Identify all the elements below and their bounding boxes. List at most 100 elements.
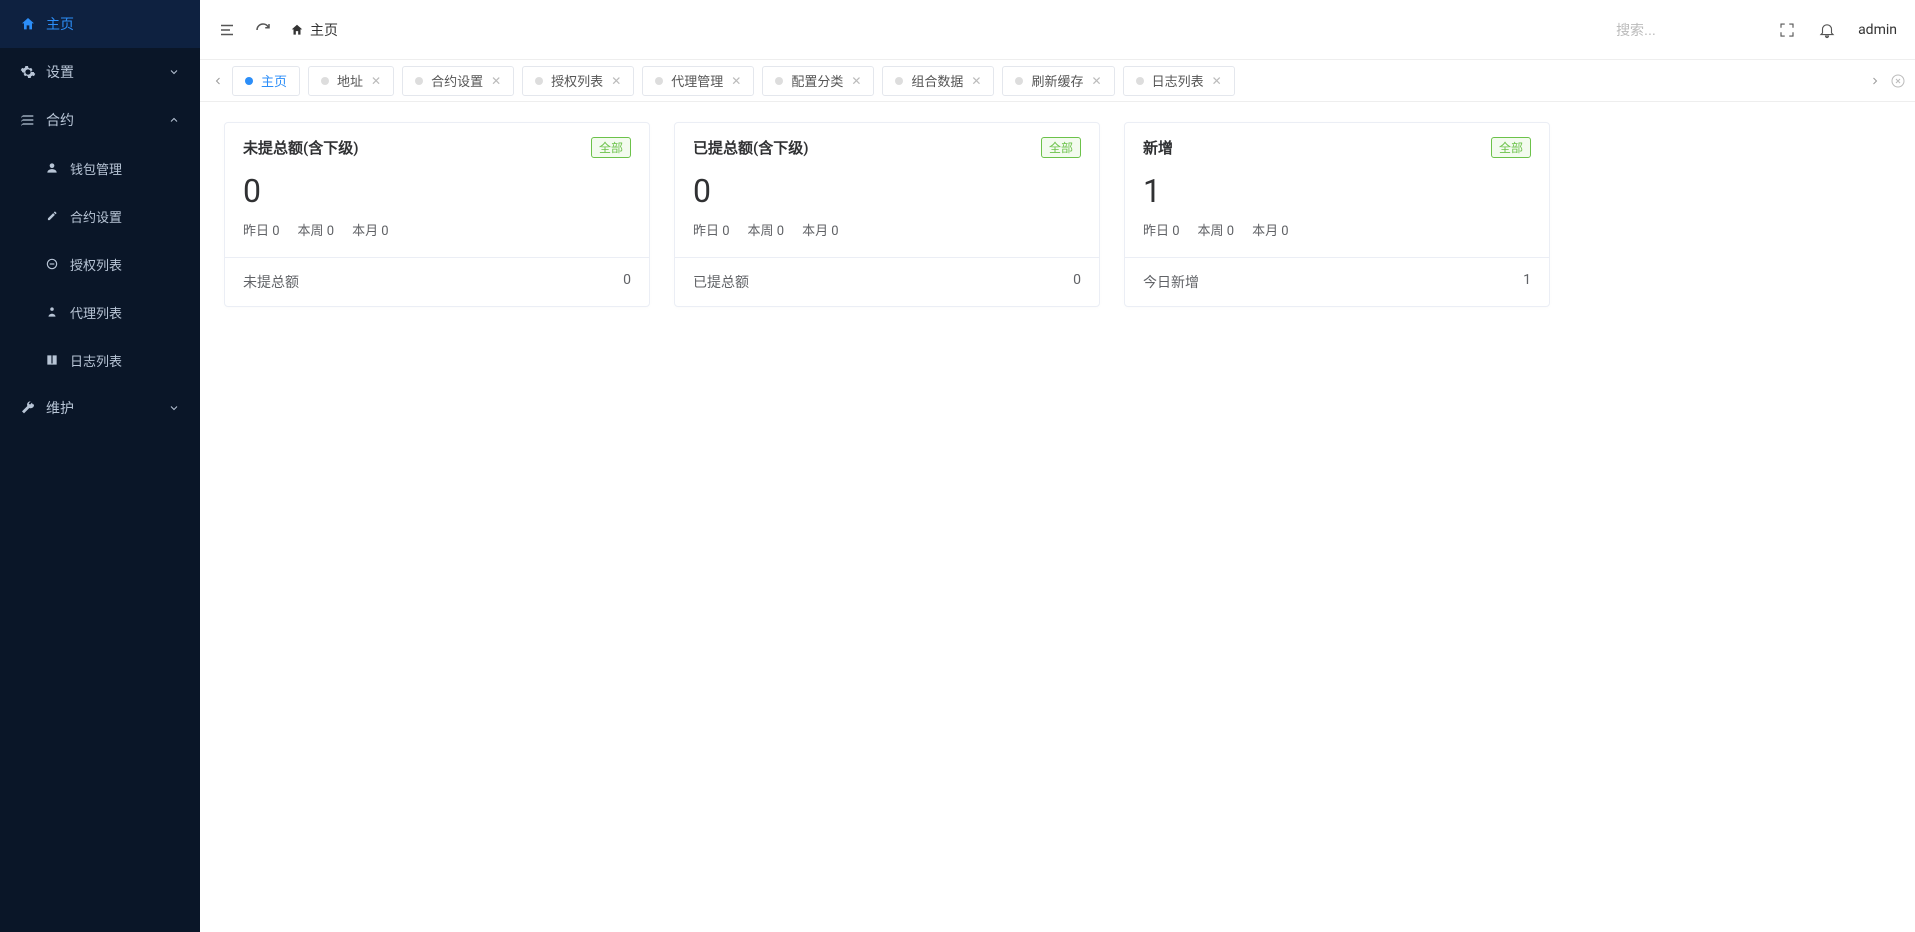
sidebar-item-label: 授权列表 <box>70 255 180 274</box>
card-badge[interactable]: 全部 <box>1041 137 1081 158</box>
tabs-close-all-icon[interactable] <box>1889 72 1907 90</box>
sidebar-item-contract[interactable]: 合约 <box>0 96 200 144</box>
menu-collapse-icon[interactable] <box>218 21 236 39</box>
sidebar-item-label: 钱包管理 <box>70 159 180 178</box>
stat-card-1: 已提总额(含下级) 全部 0 昨日 0 本周 0 本月 0 已提总额 0 <box>674 122 1100 307</box>
tab-5[interactable]: 配置分类 ✕ <box>762 66 874 96</box>
card-foot-value: 1 <box>1523 272 1531 292</box>
card-stat-month: 本月 0 <box>352 220 389 239</box>
gear-icon <box>20 64 36 80</box>
card-foot-label: 今日新增 <box>1143 272 1199 292</box>
sidebar-item-settings[interactable]: 设置 <box>0 48 200 96</box>
tab-label: 授权列表 <box>551 71 603 90</box>
tabs-scroll-right[interactable] <box>1865 65 1885 97</box>
contract-icon <box>20 112 36 128</box>
sidebar-item-label: 设置 <box>46 62 168 82</box>
card-title: 未提总额(含下级) <box>243 137 358 158</box>
card-badge[interactable]: 全部 <box>1491 137 1531 158</box>
chevron-down-icon <box>168 66 180 78</box>
stat-card-2: 新增 全部 1 昨日 0 本周 0 本月 0 今日新增 1 <box>1124 122 1550 307</box>
stat-card-0: 未提总额(含下级) 全部 0 昨日 0 本周 0 本月 0 未提总额 0 <box>224 122 650 307</box>
close-icon[interactable]: ✕ <box>491 75 501 87</box>
card-stat-yesterday: 昨日 0 <box>1143 220 1180 239</box>
card-stat-month: 本月 0 <box>802 220 839 239</box>
tools-icon <box>44 208 60 224</box>
bell-icon[interactable] <box>1818 21 1836 39</box>
circle-minus-icon <box>44 256 60 272</box>
close-icon[interactable]: ✕ <box>371 75 381 87</box>
breadcrumb: 主页 <box>290 20 338 40</box>
card-stat-week: 本周 0 <box>298 220 335 239</box>
sidebar-item-label: 合约 <box>46 110 168 130</box>
tab-label: 地址 <box>337 71 363 90</box>
tab-3[interactable]: 授权列表 ✕ <box>522 66 634 96</box>
sidebar-item-label: 维护 <box>46 398 168 418</box>
sidebar-item-log-list[interactable]: 日志列表 <box>18 336 200 384</box>
tab-label: 日志列表 <box>1152 71 1204 90</box>
tab-label: 刷新缓存 <box>1031 71 1083 90</box>
card-stat-week: 本周 0 <box>748 220 785 239</box>
tab-label: 合约设置 <box>431 71 483 90</box>
tab-6[interactable]: 组合数据 ✕ <box>882 66 994 96</box>
card-main-value: 0 <box>675 166 1099 220</box>
sidebar: 主页 设置 合约 钱包管理 <box>0 0 200 932</box>
card-foot-value: 0 <box>1073 272 1081 292</box>
chevron-up-icon <box>168 114 180 126</box>
card-stat-week: 本周 0 <box>1198 220 1235 239</box>
sidebar-item-home[interactable]: 主页 <box>0 0 200 48</box>
card-title: 已提总额(含下级) <box>693 137 808 158</box>
sidebar-item-auth-list[interactable]: 授权列表 <box>18 240 200 288</box>
sidebar-item-maintain[interactable]: 维护 <box>0 384 200 432</box>
tab-label: 组合数据 <box>911 71 963 90</box>
tab-0[interactable]: 主页 <box>232 66 300 96</box>
card-badge[interactable]: 全部 <box>591 137 631 158</box>
tab-1[interactable]: 地址 ✕ <box>308 66 394 96</box>
card-main-value: 1 <box>1125 166 1549 220</box>
tab-dot-icon <box>895 77 903 85</box>
close-icon[interactable]: ✕ <box>731 75 741 87</box>
main-area: 主页 admin 主页地址✕合约设置✕授权列表✕代理管理✕配置分类✕组合数据✕刷… <box>200 0 1915 932</box>
tab-label: 配置分类 <box>791 71 843 90</box>
wrench-icon <box>20 400 36 416</box>
tab-2[interactable]: 合约设置 ✕ <box>402 66 514 96</box>
close-icon[interactable]: ✕ <box>851 75 861 87</box>
tab-dot-icon <box>655 77 663 85</box>
tab-4[interactable]: 代理管理✕ <box>642 66 754 96</box>
username-dropdown[interactable]: admin <box>1858 22 1897 38</box>
close-icon[interactable]: ✕ <box>971 75 981 87</box>
close-icon[interactable]: ✕ <box>1212 75 1222 87</box>
close-icon[interactable]: ✕ <box>1092 75 1102 87</box>
sidebar-item-label: 主页 <box>46 14 180 34</box>
tab-label: 主页 <box>261 71 287 90</box>
sidebar-item-wallet[interactable]: 钱包管理 <box>18 144 200 192</box>
tab-7[interactable]: 刷新缓存 ✕ <box>1002 66 1114 96</box>
sidebar-item-label: 日志列表 <box>70 351 180 370</box>
person-icon <box>44 304 60 320</box>
search-input[interactable] <box>1616 22 1756 38</box>
tab-dot-icon <box>1015 77 1023 85</box>
card-stat-yesterday: 昨日 0 <box>243 220 280 239</box>
chevron-down-icon <box>168 402 180 414</box>
content-area: 未提总额(含下级) 全部 0 昨日 0 本周 0 本月 0 未提总额 0 已提总… <box>200 102 1915 932</box>
refresh-icon[interactable] <box>254 21 272 39</box>
card-main-value: 0 <box>225 166 649 220</box>
card-title: 新增 <box>1143 137 1173 158</box>
sidebar-submenu-contract: 钱包管理 合约设置 授权列表 代理列表 <box>0 144 200 384</box>
sidebar-item-contract-settings[interactable]: 合约设置 <box>18 192 200 240</box>
sidebar-item-agent-list[interactable]: 代理列表 <box>18 288 200 336</box>
fullscreen-icon[interactable] <box>1778 21 1796 39</box>
tab-dot-icon <box>535 77 543 85</box>
tab-dot-icon <box>775 77 783 85</box>
card-foot-label: 未提总额 <box>243 272 299 292</box>
card-foot-value: 0 <box>623 272 631 292</box>
tab-dot-icon <box>245 77 253 85</box>
tabs-scroll-left[interactable] <box>208 65 228 97</box>
home-icon <box>290 23 304 37</box>
tab-8[interactable]: 日志列表 ✕ <box>1123 66 1235 96</box>
tab-dot-icon <box>415 77 423 85</box>
book-icon <box>44 352 60 368</box>
close-icon[interactable]: ✕ <box>611 75 621 87</box>
tab-dot-icon <box>321 77 329 85</box>
card-stat-yesterday: 昨日 0 <box>693 220 730 239</box>
card-stat-month: 本月 0 <box>1252 220 1289 239</box>
